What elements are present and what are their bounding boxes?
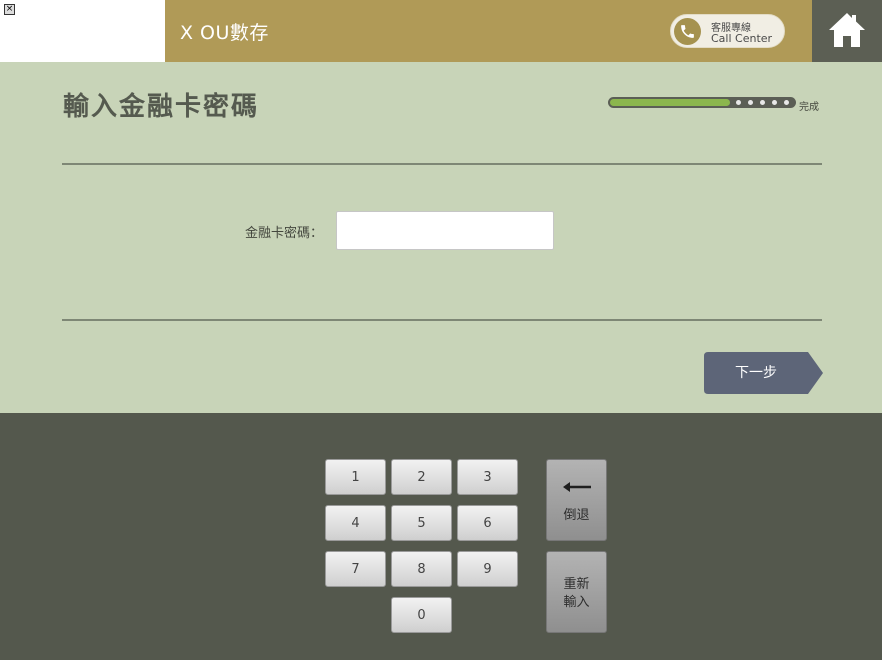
progress-bar xyxy=(608,97,796,108)
header-bar: × X OU數存 客服專線 Call Center xyxy=(0,0,882,62)
home-button[interactable] xyxy=(812,0,882,62)
logo-area: × xyxy=(0,0,165,62)
app-title: X OU數存 xyxy=(180,22,269,44)
key-9[interactable]: 9 xyxy=(457,551,518,587)
progress-label: 完成 xyxy=(799,102,819,113)
pin-field-label: 金融卡密碼： xyxy=(245,226,324,241)
key-8[interactable]: 8 xyxy=(391,551,452,587)
reset-label-line2: 輸入 xyxy=(563,595,590,610)
divider-top xyxy=(62,163,822,165)
key-2[interactable]: 2 xyxy=(391,459,452,495)
key-3[interactable]: 3 xyxy=(457,459,518,495)
key-4[interactable]: 4 xyxy=(325,505,386,541)
progress-dot xyxy=(748,100,753,105)
phone-icon xyxy=(674,18,701,45)
key-6[interactable]: 6 xyxy=(457,505,518,541)
key-7[interactable]: 7 xyxy=(325,551,386,587)
call-center-button[interactable]: 客服專線 Call Center xyxy=(670,14,785,48)
reset-label: 重新 輸入 xyxy=(547,576,606,612)
reset-label-line1: 重新 xyxy=(563,577,590,592)
divider-bottom xyxy=(62,319,822,321)
key-0[interactable]: 0 xyxy=(391,597,452,633)
pin-input[interactable] xyxy=(336,211,554,250)
next-button-label: 下一步 xyxy=(735,365,777,381)
progress-dot xyxy=(760,100,765,105)
key-1[interactable]: 1 xyxy=(325,459,386,495)
keypad-area: 1 2 3 4 5 6 7 8 9 0 倒退 重新 輸入 xyxy=(0,413,882,660)
reset-button[interactable]: 重新 輸入 xyxy=(546,551,607,633)
back-arrow-icon xyxy=(563,482,591,492)
key-5[interactable]: 5 xyxy=(391,505,452,541)
call-center-label-en: Call Center xyxy=(711,32,773,45)
page-title: 輸入金融卡密碼 xyxy=(63,92,260,122)
progress-fill xyxy=(610,99,730,106)
progress-dot xyxy=(772,100,777,105)
backspace-button[interactable]: 倒退 xyxy=(546,459,607,541)
home-icon xyxy=(829,13,865,47)
close-icon[interactable]: × xyxy=(4,4,15,15)
next-button[interactable]: 下一步 xyxy=(704,352,823,394)
progress-dot xyxy=(736,100,741,105)
progress-dot xyxy=(784,100,789,105)
backspace-label: 倒退 xyxy=(563,508,590,523)
